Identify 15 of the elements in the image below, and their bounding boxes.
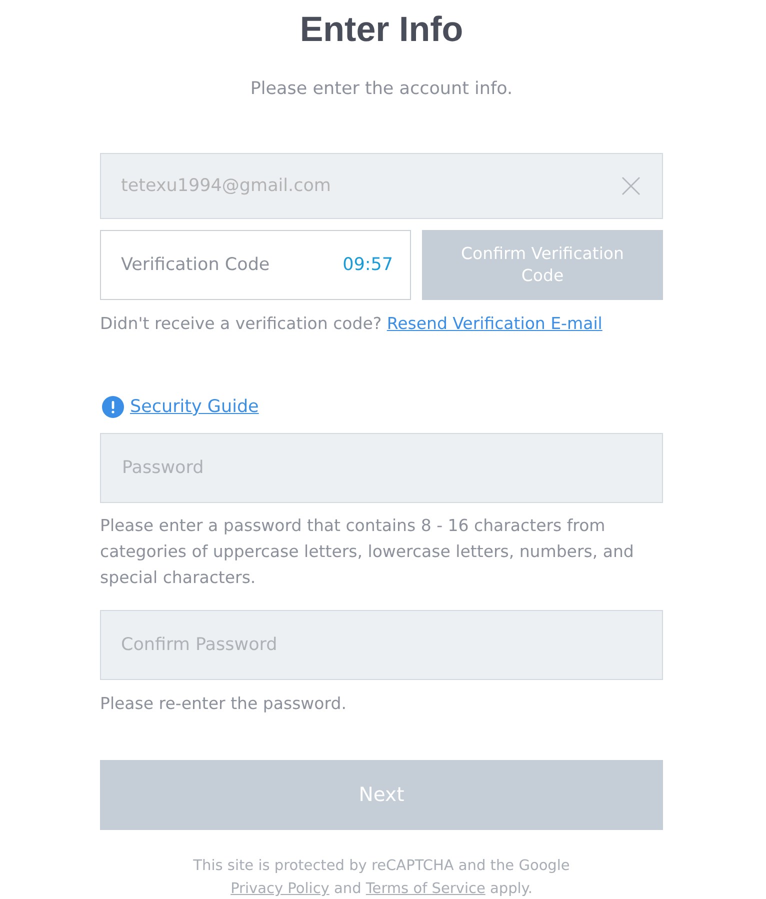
terms-of-service-link[interactable]: Terms of Service	[366, 881, 486, 897]
resend-email-link[interactable]: Resend Verification E-mail	[386, 314, 602, 333]
close-icon[interactable]	[622, 177, 640, 195]
security-guide-link[interactable]: Security Guide	[130, 394, 259, 420]
resend-prompt: Didn't receive a verification code? Resend Verification E-mail	[100, 313, 604, 335]
page-title: Enter Info	[300, 9, 464, 51]
countdown-timer: 09:57	[342, 254, 393, 277]
password-field[interactable]: Password	[100, 433, 663, 503]
info-icon	[102, 396, 124, 418]
confirm-password-hint: Please re-enter the password.	[100, 693, 348, 715]
password-hint: Please enter a password that contains 8 - 16 characters from categories of uppercase letters, lowercase letters, numbers, and special characters.	[100, 515, 635, 589]
page-subtitle: Please enter the account info.	[250, 78, 513, 101]
recaptcha-notice: This site is protected by reCAPTCHA and the Google Privacy Policy and Terms of Service apply.	[193, 857, 570, 899]
privacy-policy-link[interactable]: Privacy Policy	[230, 881, 330, 897]
confirm-password-field[interactable]: Confirm Password	[100, 610, 663, 680]
